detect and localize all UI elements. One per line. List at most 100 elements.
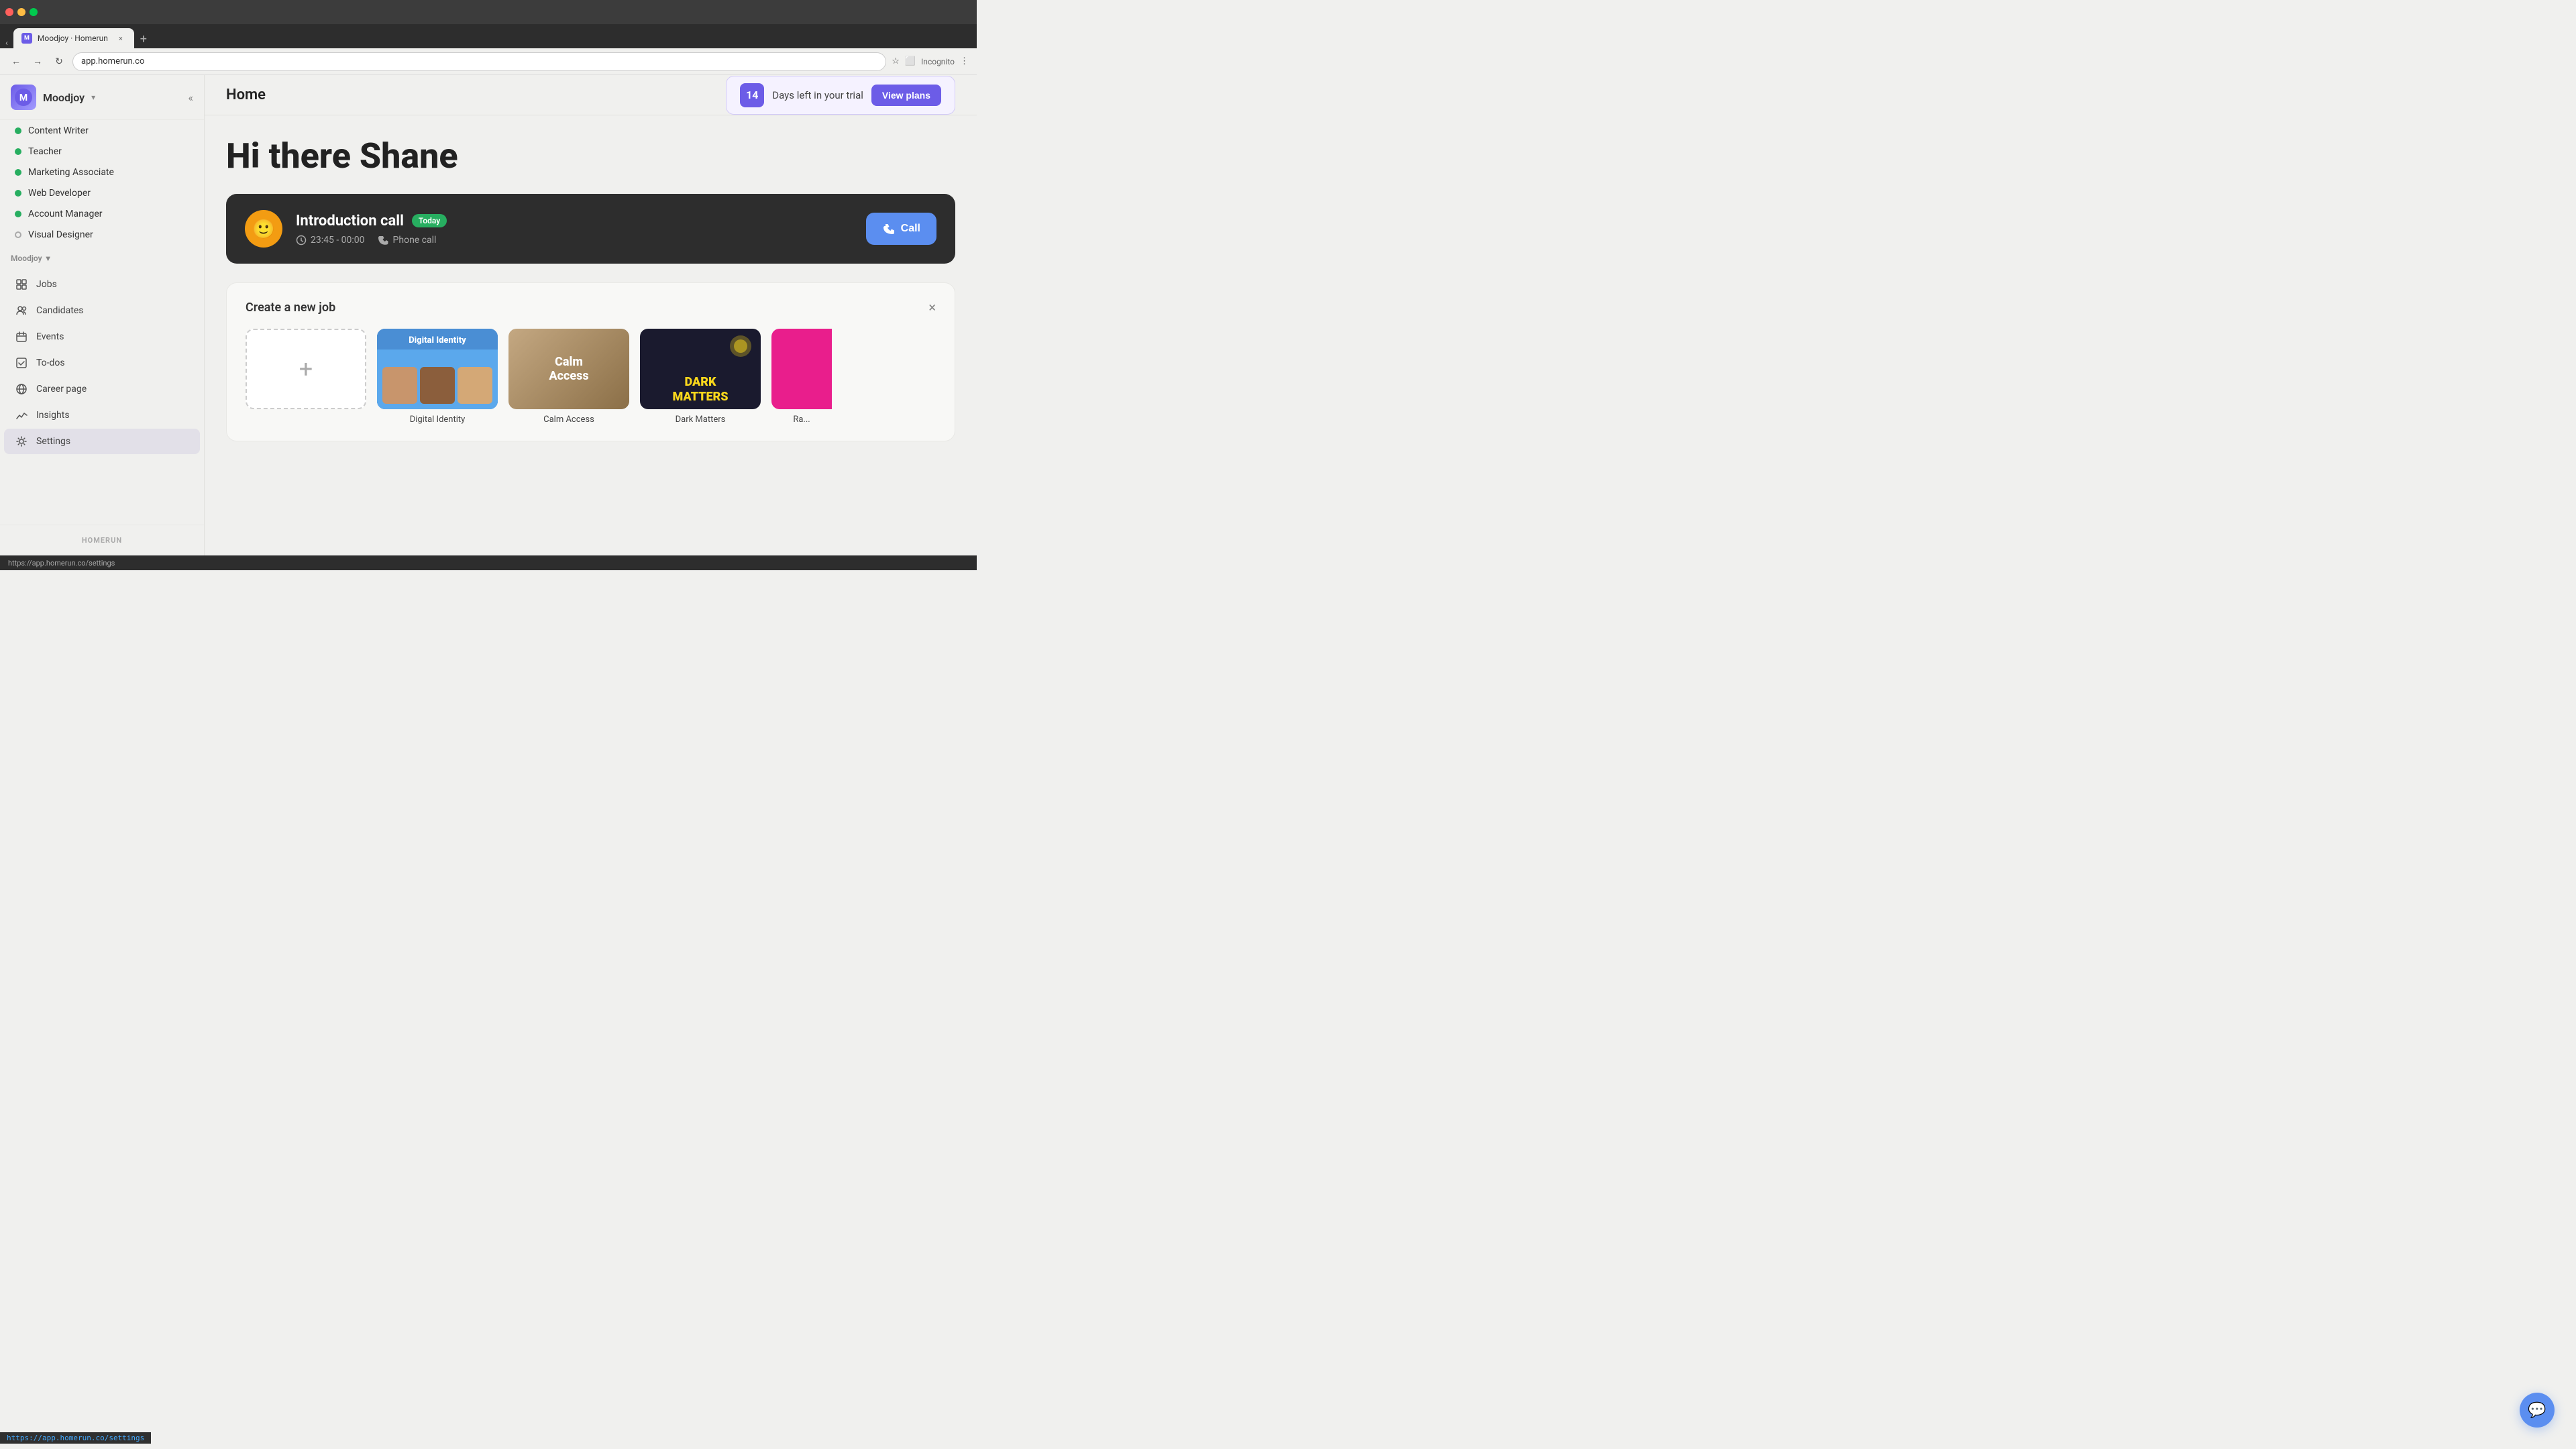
new-tab-button[interactable]: + bbox=[134, 30, 153, 48]
job-label: Account Manager bbox=[28, 209, 103, 219]
sidebar-item-account-manager[interactable]: Account Manager bbox=[4, 204, 200, 224]
greeting: Hi there Shane bbox=[226, 137, 955, 175]
minimize-window-button[interactable] bbox=[17, 8, 25, 16]
intro-call-type-text: Phone call bbox=[393, 235, 437, 246]
brand-area[interactable]: M Moodjoy ▾ bbox=[11, 85, 95, 110]
phone-call-icon bbox=[882, 222, 896, 235]
job-label: Content Writer bbox=[28, 125, 89, 136]
svg-text:M: M bbox=[19, 93, 28, 103]
create-plus-icon: + bbox=[299, 355, 313, 383]
address-bar: ← → ↻ app.homerun.co ☆ ⬜ Incognito ⋮ bbox=[0, 48, 977, 75]
intro-time: 23:45 - 00:00 bbox=[296, 235, 365, 246]
brand-name: Moodjoy bbox=[43, 91, 85, 104]
template-card-digital-identity[interactable]: Digital Identity bbox=[377, 329, 498, 409]
close-window-button[interactable] bbox=[5, 8, 13, 16]
di-top: Digital Identity bbox=[377, 329, 498, 350]
chart-icon bbox=[15, 409, 28, 422]
template-card-calm-access[interactable]: CalmAccess bbox=[508, 329, 629, 409]
cursor-url: https://app.homerun.co/settings bbox=[7, 1434, 144, 1442]
sidebar-item-teacher[interactable]: Teacher bbox=[4, 142, 200, 162]
cursor-hint: https://app.homerun.co/settings bbox=[0, 1432, 151, 1444]
create-new-job-card[interactable]: + bbox=[246, 329, 366, 409]
nav-item-events[interactable]: Events bbox=[4, 324, 200, 350]
homerun-logo: HOMERUN bbox=[0, 531, 204, 550]
main-content: Home 14 Days left in your trial View pla… bbox=[205, 75, 977, 555]
nav-label: Career page bbox=[36, 384, 87, 394]
di-person-2 bbox=[420, 367, 455, 404]
sidebar: M Moodjoy ▾ « Content Writer Teacher Mar… bbox=[0, 75, 205, 555]
status-bar: https://app.homerun.co/settings bbox=[0, 555, 977, 570]
intro-info: Introduction call Today 23:45 - 00:00 bbox=[296, 213, 853, 246]
job-label: Web Developer bbox=[28, 188, 91, 199]
sidebar-item-web-developer[interactable]: Web Developer bbox=[4, 183, 200, 203]
menu-icon[interactable]: ⋮ bbox=[960, 56, 969, 66]
dark-card-content: DarkMatters bbox=[640, 375, 761, 404]
intro-time-text: 23:45 - 00:00 bbox=[311, 235, 365, 246]
url-text: app.homerun.co bbox=[81, 56, 144, 66]
maximize-window-button[interactable] bbox=[30, 8, 38, 16]
tab-close-button[interactable]: × bbox=[115, 33, 126, 44]
section-chevron-icon: ▾ bbox=[46, 254, 50, 263]
star-icon[interactable]: ☆ bbox=[892, 56, 900, 66]
nav-item-insights[interactable]: Insights bbox=[4, 402, 200, 428]
view-plans-button[interactable]: View plans bbox=[871, 85, 941, 106]
nav-label: Candidates bbox=[36, 305, 84, 316]
brand-chevron-icon: ▾ bbox=[91, 93, 95, 102]
nav-label: To-dos bbox=[36, 358, 65, 368]
chat-bubble-button[interactable]: 💬 bbox=[2520, 1393, 2555, 1428]
chat-icon: 💬 bbox=[2528, 1402, 2546, 1419]
template-item-partial: Ra... bbox=[771, 329, 832, 425]
job-label: Teacher bbox=[28, 146, 62, 157]
close-create-job-button[interactable]: × bbox=[928, 299, 936, 315]
nav-label: Settings bbox=[36, 436, 70, 447]
template-item-digital-identity: Digital Identity Digital bbox=[377, 329, 498, 425]
template-card-dark-matters[interactable]: DarkMatters bbox=[640, 329, 761, 409]
nav-label: Jobs bbox=[36, 279, 57, 290]
calm-card-text: CalmAccess bbox=[549, 355, 588, 384]
back-button[interactable]: ← bbox=[8, 54, 24, 70]
job-status-dot-inactive bbox=[15, 231, 21, 238]
section-label: Moodjoy bbox=[11, 254, 42, 263]
trial-text: Days left in your trial bbox=[772, 89, 863, 101]
template-card-partial[interactable] bbox=[771, 329, 832, 409]
nav-item-candidates[interactable]: Candidates bbox=[4, 298, 200, 323]
check-icon bbox=[15, 356, 28, 370]
intro-card: 🙂 Introduction call Today 23:45 - 00:00 bbox=[226, 194, 955, 264]
clock-icon bbox=[296, 235, 307, 246]
sidebar-item-visual-designer[interactable]: Visual Designer bbox=[4, 225, 200, 245]
collapse-sidebar-button[interactable]: « bbox=[188, 91, 193, 104]
tab-title: Moodjoy · Homerun bbox=[38, 34, 110, 43]
browser-titlebar bbox=[0, 0, 977, 24]
nav-item-settings[interactable]: Settings bbox=[4, 429, 200, 454]
create-job-header: Create a new job × bbox=[246, 299, 936, 315]
di-bottom bbox=[377, 350, 498, 409]
template-label-partial: Ra... bbox=[771, 415, 832, 425]
browser-tab[interactable]: M Moodjoy · Homerun × bbox=[13, 28, 134, 48]
tab-back-btn[interactable]: ‹ bbox=[5, 38, 8, 48]
job-status-dot bbox=[15, 211, 21, 217]
reload-button[interactable]: ↻ bbox=[51, 54, 67, 70]
tab-bar: ‹ M Moodjoy · Homerun × + bbox=[0, 24, 977, 48]
nav-label: Events bbox=[36, 331, 64, 342]
nav-item-career-page[interactable]: Career page bbox=[4, 376, 200, 402]
people-icon bbox=[15, 304, 28, 317]
nav-section: Jobs Candidates bbox=[0, 266, 204, 460]
sidebar-item-marketing-associate[interactable]: Marketing Associate bbox=[4, 162, 200, 182]
screenshot-icon[interactable]: ⬜ bbox=[905, 56, 916, 66]
nav-item-todos[interactable]: To-dos bbox=[4, 350, 200, 376]
nav-item-jobs[interactable]: Jobs bbox=[4, 272, 200, 297]
main-header: Home 14 Days left in your trial View pla… bbox=[205, 75, 977, 115]
grid-icon bbox=[15, 278, 28, 291]
browser-actions: ☆ ⬜ Incognito ⋮ bbox=[892, 56, 969, 66]
create-job-title: Create a new job bbox=[246, 301, 335, 315]
dark-card-graphic bbox=[729, 334, 753, 358]
call-button[interactable]: Call bbox=[866, 213, 936, 245]
intro-call-type: Phone call bbox=[378, 235, 437, 246]
globe-icon bbox=[15, 382, 28, 396]
url-bar[interactable]: app.homerun.co bbox=[72, 52, 886, 71]
job-status-dot bbox=[15, 148, 21, 155]
forward-button[interactable]: → bbox=[30, 54, 46, 70]
di-card-inner: Digital Identity bbox=[377, 329, 498, 409]
template-label-dark-matters: Dark Matters bbox=[640, 415, 761, 425]
sidebar-item-content-writer[interactable]: Content Writer bbox=[4, 121, 200, 141]
